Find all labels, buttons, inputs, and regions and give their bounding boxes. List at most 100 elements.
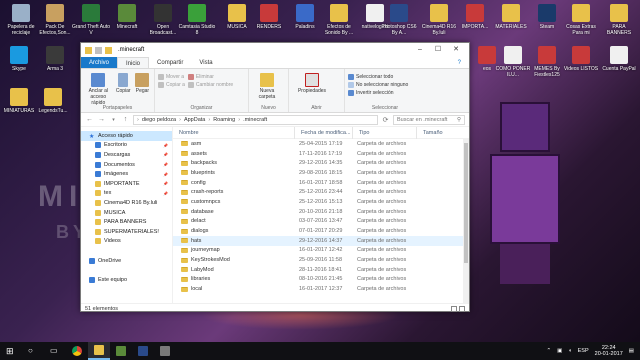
desktop-icon[interactable]: MATERIALES: [492, 4, 530, 30]
nav-item[interactable]: Imágenes 📌: [81, 169, 172, 179]
help-icon[interactable]: ?: [450, 57, 469, 68]
tab-vista[interactable]: Vista: [191, 57, 220, 68]
desktop-icon[interactable]: Efectos de Sonido By ...: [320, 4, 358, 36]
taskbar-photoshop[interactable]: [132, 342, 154, 360]
desktop-icon[interactable]: Cuenta PayPal: [600, 46, 638, 72]
table-row[interactable]: customnpcs 25-12-2016 15:13 Carpeta de arc…: [173, 197, 469, 207]
clock[interactable]: 22:24 20-01-2017: [595, 345, 623, 357]
table-row[interactable]: journeymap 16-01-2017 12:42 Carpeta de arc…: [173, 246, 469, 256]
navigation-pane[interactable]: ★ Acceso rápido Escritorio 📌 Descargas 📌 Docum…: [81, 127, 173, 303]
table-row[interactable]: local 16-01-2017 12:37 Carpeta de archivos: [173, 284, 469, 294]
copy-to-button[interactable]: Copiar a: [158, 82, 185, 88]
desktop-icon[interactable]: COMO PONER ILU...: [494, 46, 532, 78]
desktop-icon[interactable]: LegendsTu...: [34, 88, 72, 114]
tab-archivo[interactable]: Archivo: [81, 57, 118, 68]
column-name[interactable]: Nombre: [173, 127, 295, 139]
properties-icon[interactable]: [95, 46, 102, 54]
nav-item[interactable]: OneDrive: [81, 256, 172, 266]
network-icon[interactable]: ▣: [557, 348, 562, 354]
desktop-icon[interactable]: Paladins: [286, 4, 324, 30]
scrollbar-thumb[interactable]: [464, 143, 468, 263]
desktop-icon[interactable]: Papelera de reciclaje: [2, 4, 40, 36]
nav-item[interactable]: Este equipo: [81, 275, 172, 285]
table-row[interactable]: LabyMod 28-11-2016 18:41 Carpeta de archiv…: [173, 265, 469, 275]
language-indicator[interactable]: ESP: [578, 348, 589, 354]
move-to-button[interactable]: Mover a: [158, 74, 185, 80]
nav-item[interactable]: SUPERMATERIALES!: [81, 227, 172, 237]
table-row[interactable]: libraries 08-10-2016 21:45 Carpeta de arch…: [173, 275, 469, 285]
nav-item[interactable]: Videos: [81, 237, 172, 247]
notifications-icon[interactable]: ▤: [629, 348, 634, 354]
delete-button[interactable]: Eliminar: [187, 74, 233, 80]
pin-icon[interactable]: 📌: [163, 152, 168, 157]
taskbar-start[interactable]: ⊞: [0, 342, 22, 360]
vertical-scrollbar[interactable]: [463, 139, 469, 303]
table-row[interactable]: hats 29-12-2016 14:37 Carpeta de archivos: [173, 235, 469, 246]
desktop-icon[interactable]: MEMES By Fiestles125: [528, 46, 566, 78]
file-explorer-window[interactable]: .minecraft – ☐ ✕ Archivo Inicio Comparti…: [80, 42, 470, 312]
desktop-icon[interactable]: Cosas Extras Para mi: [562, 4, 600, 36]
pin-icon[interactable]: 📌: [163, 162, 168, 167]
minimize-button[interactable]: –: [411, 43, 429, 57]
maximize-button[interactable]: ☐: [429, 43, 447, 57]
column-type[interactable]: Tipo: [353, 127, 417, 139]
rename-button[interactable]: Cambiar nombre: [187, 82, 233, 88]
desktop-icon[interactable]: Open Broadcast...: [144, 4, 182, 36]
forward-arrow-icon[interactable]: →: [97, 116, 106, 123]
tab-compartir[interactable]: Compartir: [149, 57, 191, 68]
title-bar[interactable]: .minecraft – ☐ ✕: [81, 43, 469, 57]
desktop-icon[interactable]: RENDERS: [250, 4, 288, 30]
desktop-icon[interactable]: MINIATURAS: [0, 88, 38, 114]
taskbar-file-explorer[interactable]: [88, 342, 110, 360]
column-date[interactable]: Fecha de modifica...: [295, 127, 353, 139]
table-row[interactable]: asm 25-04-2015 17:19 Carpeta de archivos: [173, 139, 469, 149]
desktop-icon[interactable]: Arma 3: [36, 46, 74, 72]
up-arrow-icon[interactable]: ↑: [121, 116, 130, 123]
table-row[interactable]: backpacks 29-12-2016 14:35 Carpeta de arch…: [173, 158, 469, 168]
breadcrumb-segment[interactable]: AppData: [184, 117, 205, 123]
breadcrumb-segment[interactable]: diego peldoza: [142, 117, 176, 123]
file-list[interactable]: Nombre Fecha de modifica... Tipo Tamaño …: [173, 127, 469, 303]
desktop-icon[interactable]: Minecraft: [108, 4, 146, 30]
pin-icon[interactable]: 📌: [163, 172, 168, 177]
desktop-icon[interactable]: Pack De Efectos,Son...: [36, 4, 74, 36]
nav-item[interactable]: Cinema4D R16 By.luli: [81, 198, 172, 208]
chevron-up-icon[interactable]: ⌃: [547, 348, 552, 354]
table-row[interactable]: database 20-10-2016 21:18 Carpeta de archi…: [173, 207, 469, 217]
recent-dropdown-icon[interactable]: ▾: [109, 117, 118, 123]
desktop-icon[interactable]: Skype: [0, 46, 38, 72]
table-row[interactable]: assets 17-11-2016 17:19 Carpeta de archivo…: [173, 149, 469, 159]
nav-item[interactable]: MUSICA: [81, 208, 172, 218]
taskbar-chrome[interactable]: [66, 342, 88, 360]
taskbar-minecraft[interactable]: [110, 342, 132, 360]
tab-inicio[interactable]: Inicio: [117, 57, 150, 68]
new-folder-icon[interactable]: [105, 46, 112, 54]
desktop-icon[interactable]: Steam: [528, 4, 566, 30]
taskbar-search[interactable]: ○: [22, 342, 44, 360]
nav-item[interactable]: ★ Acceso rápido: [81, 131, 172, 141]
desktop-icon[interactable]: Camtasia Studio 8: [178, 4, 216, 36]
nav-item[interactable]: Descargas 📌: [81, 150, 172, 160]
pin-icon[interactable]: 📌: [163, 181, 168, 186]
pin-icon[interactable]: 📌: [163, 143, 168, 148]
refresh-icon[interactable]: ⟳: [381, 116, 390, 124]
select-none-button[interactable]: No seleccionar ninguno: [348, 82, 408, 88]
table-row[interactable]: config 16-01-2017 18:58 Carpeta de archivo…: [173, 178, 469, 188]
table-row[interactable]: delact 03-07-2016 13:47 Carpeta de archivo…: [173, 217, 469, 227]
select-all-button[interactable]: Seleccionar todo: [348, 74, 408, 80]
nav-item[interactable]: Documentos 📌: [81, 160, 172, 170]
desktop-icon[interactable]: Photoshop CS6 By A...: [380, 4, 418, 36]
close-button[interactable]: ✕: [447, 43, 465, 57]
nav-item[interactable]: PARA BANNERS: [81, 217, 172, 227]
table-row[interactable]: blueprints 29-08-2016 18:15 Carpeta de arc…: [173, 168, 469, 178]
desktop-icon[interactable]: Grand Theft Auto V: [72, 4, 110, 36]
breadcrumb-segment[interactable]: Roaming: [213, 117, 235, 123]
desktop-icon[interactable]: IMPORTA...: [456, 4, 494, 30]
pin-icon[interactable]: 📌: [163, 191, 168, 196]
desktop-icon[interactable]: PARA BANNERS: [600, 4, 638, 36]
taskbar-other-app[interactable]: [154, 342, 176, 360]
nav-item[interactable]: tex 📌: [81, 189, 172, 199]
desktop-icon[interactable]: Cinema4D R16 By.luli: [420, 4, 458, 36]
table-row[interactable]: dialogs 07-01-2017 20:29 Carpeta de archiv…: [173, 226, 469, 236]
large-icons-view-icon[interactable]: [459, 305, 465, 312]
